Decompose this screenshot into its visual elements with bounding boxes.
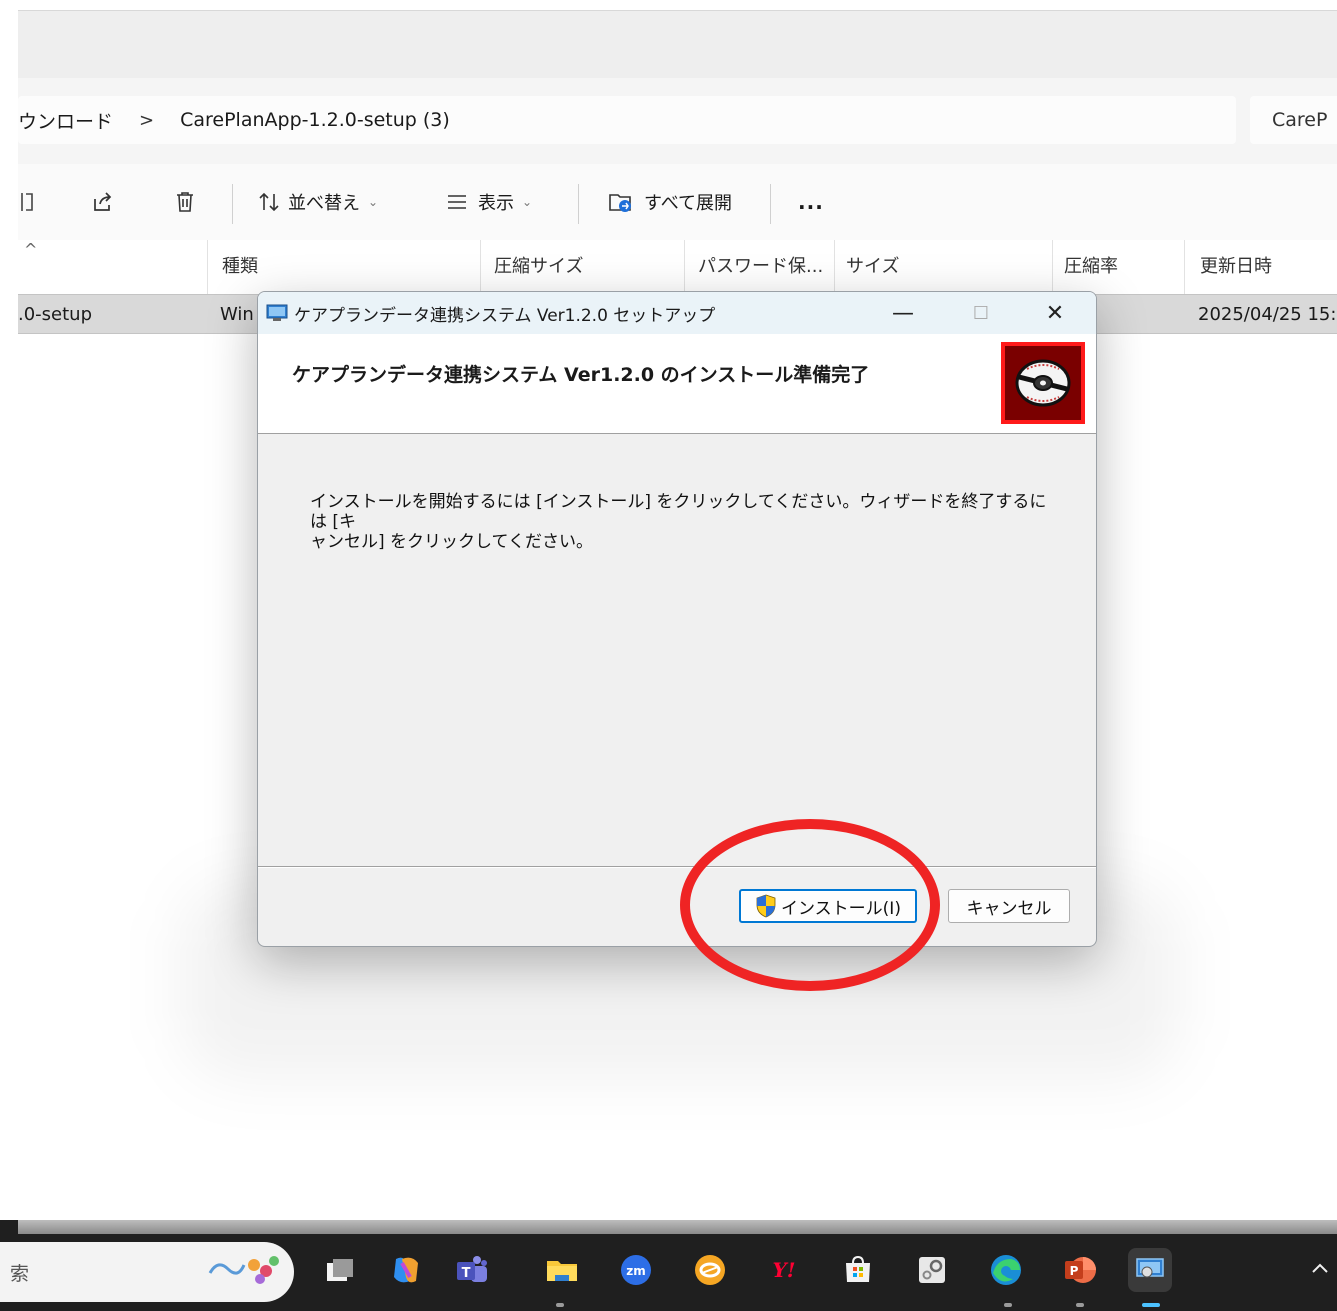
row-type: Win	[220, 303, 254, 325]
column-password-protected[interactable]: パスワード保...	[698, 240, 823, 290]
yahoo-icon[interactable]: Y!	[762, 1248, 806, 1292]
cancel-button[interactable]: キャンセル	[948, 889, 1070, 923]
copilot-icon[interactable]	[384, 1248, 428, 1292]
minimize-button[interactable]: —	[880, 292, 926, 334]
highlight-circle-annotation	[680, 819, 940, 991]
file-explorer-icon[interactable]	[540, 1248, 584, 1292]
dialog-title: ケアプランデータ連携システム Ver1.2.0 セットアップ	[294, 305, 716, 326]
svg-text:T: T	[462, 1266, 471, 1281]
active-indicator	[1142, 1303, 1160, 1307]
breadcrumb-downloads[interactable]: ウンロード	[18, 107, 113, 134]
cd-disc-icon	[1001, 342, 1085, 424]
dialog-titlebar: ケアプランデータ連携システム Ver1.2.0 セットアップ — ☐ ✕	[258, 292, 1096, 334]
task-view-icon[interactable]	[318, 1248, 362, 1292]
settings-app-icon[interactable]	[910, 1248, 954, 1292]
dialog-message: インストールを開始するには [インストール] をクリックしてください。ウィザード…	[310, 492, 1050, 552]
column-compression-ratio[interactable]: 圧縮率	[1064, 240, 1118, 290]
column-header: ^ 種類 圧縮サイズ パスワード保... サイズ 圧縮率 更新日時	[18, 240, 1337, 294]
powerpoint-icon[interactable]: P	[1058, 1248, 1102, 1292]
microsoft-store-icon[interactable]	[836, 1248, 880, 1292]
dialog-footer-divider	[258, 866, 1096, 868]
dialog-message-line2: ャンセル] をクリックしてください。	[310, 532, 594, 552]
sort-up-icon: ^	[24, 240, 38, 259]
column-compressed-size[interactable]: 圧縮サイズ	[494, 240, 583, 290]
sort-label: 並べ替え	[288, 193, 360, 214]
close-button[interactable]: ✕	[1032, 292, 1078, 334]
extract-folder-icon	[609, 194, 631, 212]
edge-icon[interactable]	[984, 1248, 1028, 1292]
app-orange-icon[interactable]	[688, 1248, 732, 1292]
search-input[interactable]: CareP	[1250, 96, 1337, 144]
installer-taskbar-icon[interactable]	[1128, 1248, 1172, 1292]
delete-icon[interactable]	[174, 164, 196, 240]
breadcrumb-current[interactable]: CarePlanApp-1.2.0-setup (3)	[180, 109, 450, 131]
explorer-address-area: ウンロード > CarePlanApp-1.2.0-setup (3) Care…	[18, 78, 1337, 164]
svg-text:Y!: Y!	[772, 1258, 795, 1282]
screen: ウンロード > CarePlanApp-1.2.0-setup (3) Care…	[0, 0, 1337, 1311]
maximize-button[interactable]: ☐	[958, 292, 1004, 334]
column-size[interactable]: サイズ	[846, 240, 899, 290]
search-highlight-illustration-icon	[208, 1256, 279, 1284]
zoom-icon[interactable]: zm	[614, 1248, 658, 1292]
dialog-message-line1: インストールを開始するには [インストール] をクリックしてください。ウィザード…	[310, 492, 1047, 532]
window-bottom-edge	[18, 1220, 1337, 1234]
share-icon[interactable]	[90, 164, 114, 240]
chevron-down-icon: ⌄	[368, 195, 379, 209]
explorer-titlebar	[18, 10, 1337, 78]
row-name: .0-setup	[18, 303, 93, 325]
extract-all-button[interactable]: すべて展開	[608, 164, 732, 240]
explorer-toolbar: 並べ替え ⌄ 表示 ⌄ すべて展開 ...	[18, 164, 1337, 240]
sort-icon	[259, 192, 279, 212]
dialog-heading: ケアプランデータ連携システム Ver1.2.0 のインストール準備完了	[292, 364, 870, 386]
running-indicator	[556, 1303, 564, 1307]
extract-all-label: すべて展開	[644, 193, 733, 214]
left-edge	[0, 0, 18, 1220]
more-options-button[interactable]: ...	[798, 164, 824, 240]
taskbar-search-text: 索	[10, 1262, 30, 1285]
dialog-header: ケアプランデータ連携システム Ver1.2.0 のインストール準備完了	[258, 334, 1096, 434]
column-type[interactable]: 種類	[222, 240, 258, 290]
show-hidden-icons-chevron-icon[interactable]	[1305, 1253, 1335, 1283]
address-bar[interactable]: ウンロード > CarePlanApp-1.2.0-setup (3)	[18, 96, 1236, 144]
rename-icon[interactable]	[18, 164, 40, 240]
breadcrumb-separator: >	[139, 109, 155, 131]
running-indicator	[1004, 1303, 1012, 1307]
view-button[interactable]: 表示 ⌄	[446, 164, 532, 240]
teams-icon[interactable]: T	[450, 1248, 494, 1292]
chevron-down-icon: ⌄	[522, 195, 533, 209]
row-modified: 2025/04/25 15:5	[1198, 303, 1337, 325]
svg-text:P: P	[1070, 1264, 1079, 1278]
setup-dialog: ケアプランデータ連携システム Ver1.2.0 セットアップ — ☐ ✕ ケアプ…	[257, 291, 1097, 947]
installer-app-icon	[266, 304, 288, 321]
view-icon	[448, 195, 466, 209]
running-indicator	[1076, 1303, 1084, 1307]
svg-text:zm: zm	[626, 1264, 646, 1278]
view-label: 表示	[478, 193, 514, 214]
column-modified-date[interactable]: 更新日時	[1200, 240, 1272, 290]
sort-button[interactable]: 並べ替え ⌄	[258, 164, 378, 240]
